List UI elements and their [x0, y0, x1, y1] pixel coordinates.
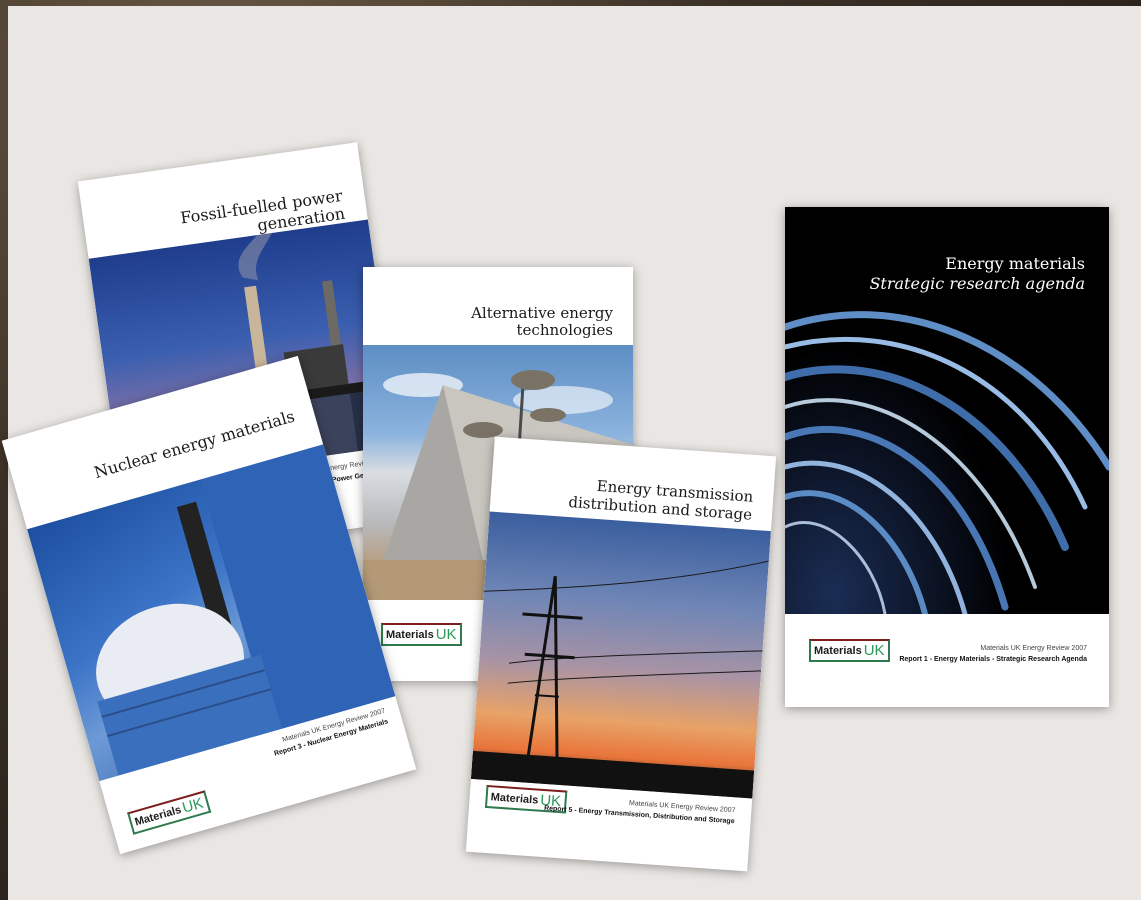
footer-series: Materials UK Energy Review 2007 — [980, 645, 1087, 652]
report-title: Alternative energy technologies — [471, 304, 613, 339]
report-title: Energy materials — [945, 254, 1085, 273]
report-cover-transmission: Energy transmission distribution and sto… — [465, 436, 777, 872]
report-cover-energy-materials: Energy materials Strategic research agen… — [785, 207, 1109, 707]
materials-uk-logo: Materials UK — [381, 623, 462, 646]
pylon-sunset-photo — [470, 511, 771, 799]
footer-report: Report 1 - Energy Materials - Strategic … — [899, 656, 1087, 663]
report-subtitle: Strategic research agenda — [869, 274, 1085, 293]
materials-uk-logo: Materials UK — [127, 790, 211, 835]
